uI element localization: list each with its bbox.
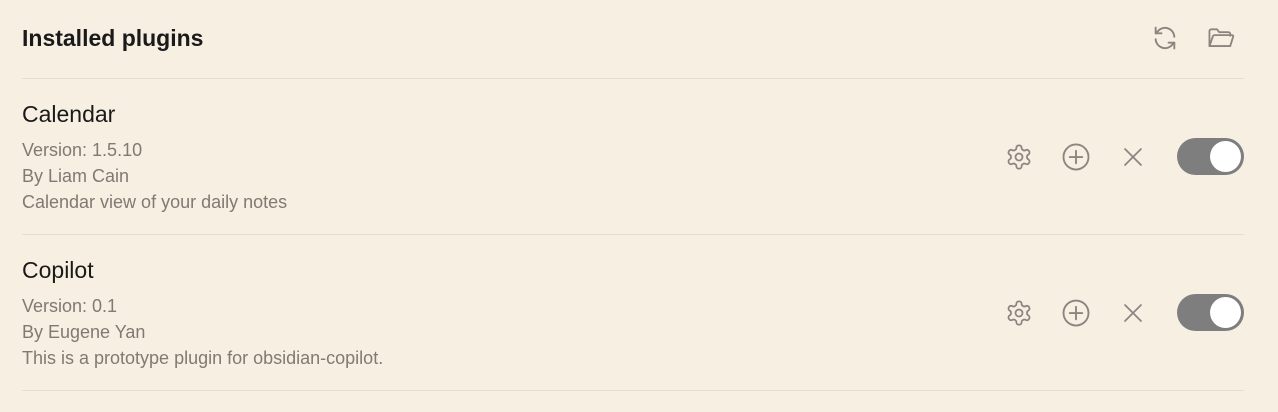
plus-circle-icon (1062, 143, 1090, 170)
close-icon (1124, 147, 1142, 166)
plugin-uninstall-button[interactable] (1116, 140, 1150, 174)
plugin-controls (1002, 294, 1244, 331)
toggle-knob (1210, 141, 1241, 172)
plugin-author: By Eugene Yan (22, 321, 146, 342)
gear-icon (1007, 143, 1031, 170)
plugin-name: Calendar (22, 100, 116, 127)
open-plugins-folder-button[interactable] (1204, 21, 1238, 55)
plugins-page: Installed plugins Calendar Version: 1.5.… (0, 0, 1278, 412)
header-actions (1148, 21, 1238, 55)
plugin-row-copilot: Copilot Version: 0.1 By Eugene Yan This … (22, 235, 1244, 391)
plugin-enable-toggle[interactable] (1177, 138, 1244, 175)
gear-icon (1007, 299, 1031, 326)
toggle-knob (1210, 297, 1241, 328)
plugin-row-calendar: Calendar Version: 1.5.10 By Liam Cain Ca… (22, 79, 1244, 235)
plugin-author: By Liam Cain (22, 165, 130, 186)
plugin-hotkeys-button[interactable] (1059, 140, 1093, 174)
plugin-controls (1002, 138, 1244, 175)
reload-plugins-button[interactable] (1148, 21, 1182, 55)
plugin-version: Version: 0.1 (22, 295, 118, 316)
refresh-icon (1154, 26, 1176, 50)
plugin-name: Copilot (22, 256, 94, 283)
section-title: Installed plugins (22, 24, 204, 51)
close-icon (1124, 303, 1142, 322)
plugin-hotkeys-button[interactable] (1059, 296, 1093, 330)
plugin-info: Calendar Version: 1.5.10 By Liam Cain Ca… (22, 99, 287, 215)
plugin-settings-button[interactable] (1002, 140, 1036, 174)
plugin-settings-button[interactable] (1002, 296, 1036, 330)
plus-circle-icon (1062, 299, 1090, 326)
folder-open-icon (1208, 28, 1235, 47)
plugin-enable-toggle[interactable] (1177, 294, 1244, 331)
plugin-description: Calendar view of your daily notes (22, 191, 288, 212)
plugin-description: This is a prototype plugin for obsidian-… (22, 347, 384, 368)
installed-plugins-header: Installed plugins (22, 0, 1244, 79)
plugin-info: Copilot Version: 0.1 By Eugene Yan This … (22, 255, 383, 371)
plugin-uninstall-button[interactable] (1116, 296, 1150, 330)
plugin-version: Version: 1.5.10 (22, 139, 143, 160)
